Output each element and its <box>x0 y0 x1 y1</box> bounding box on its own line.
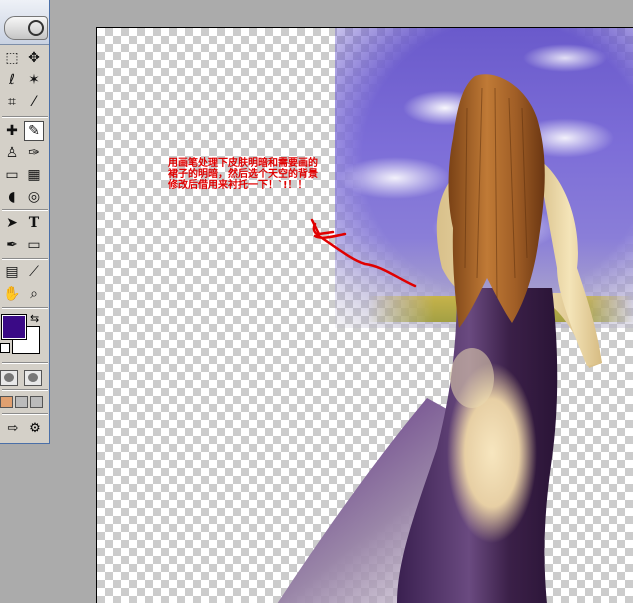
gradient-tool-icon[interactable]: ▦ <box>24 165 44 185</box>
zoom-tool-icon[interactable]: ⌕ <box>24 284 44 304</box>
full-screen-mode-button[interactable] <box>30 396 43 408</box>
healing-brush-tool-icon[interactable]: ✚ <box>2 121 22 141</box>
lasso-tool-icon[interactable]: ℓ <box>2 70 22 90</box>
document-canvas[interactable]: 用画笔处理下皮肤明暗和需要画的裙子的明暗，然后选个天空的背景修改后借用来衬托一下… <box>96 27 633 603</box>
magic-wand-tool-icon[interactable]: ✶ <box>24 70 44 90</box>
clone-stamp-tool-icon[interactable]: ♙ <box>2 143 22 163</box>
imageready-icon[interactable]: ⚙ <box>24 420 46 437</box>
hand-tool-icon[interactable]: ✋ <box>2 284 22 304</box>
type-tool-icon[interactable]: T <box>24 213 44 233</box>
foreground-color-swatch[interactable] <box>1 314 27 340</box>
default-colors-icon[interactable] <box>0 343 10 353</box>
marquee-tool-icon[interactable]: ⬚ <box>2 48 22 68</box>
eyedropper-tool-icon[interactable]: ⟋ <box>24 262 44 282</box>
brush-tool-icon[interactable]: ✎ <box>24 121 44 141</box>
eraser-tool-icon[interactable]: ▭ <box>2 165 22 185</box>
notes-tool-icon[interactable]: ▤ <box>2 262 22 282</box>
standard-screen-mode-button[interactable] <box>0 396 13 408</box>
full-screen-menu-mode-button[interactable] <box>15 396 28 408</box>
path-selection-tool-icon[interactable]: ➤ <box>2 213 22 233</box>
move-tool-icon[interactable]: ✥ <box>24 48 44 68</box>
shape-tool-icon[interactable]: ▭ <box>24 235 44 255</box>
history-brush-tool-icon[interactable]: ✑ <box>24 143 44 163</box>
annotation-arrow-icon <box>310 218 417 288</box>
quick-mask-mode-button[interactable] <box>24 370 42 386</box>
blur-tool-icon[interactable]: ◖ <box>2 187 22 207</box>
dodge-tool-icon[interactable]: ◎ <box>24 187 44 207</box>
swap-colors-icon[interactable]: ⇆ <box>30 312 39 325</box>
standard-mode-button[interactable] <box>0 370 18 386</box>
jump-to-imageready-button[interactable]: ⇨ <box>2 420 24 437</box>
toolbox-header <box>0 0 49 45</box>
photoshop-logo-icon[interactable] <box>4 16 48 40</box>
tools-palette: ⬚ ✥ ℓ ✶ ⌗ ⁄ ✚ ✎ ♙ ✑ ▭ ▦ ◖ ◎ ➤ T ✒ ▭ ▤ ⟋ … <box>0 0 50 444</box>
slice-tool-icon[interactable]: ⁄ <box>24 92 44 112</box>
pen-tool-icon[interactable]: ✒ <box>2 235 22 255</box>
crop-tool-icon[interactable]: ⌗ <box>2 92 22 112</box>
